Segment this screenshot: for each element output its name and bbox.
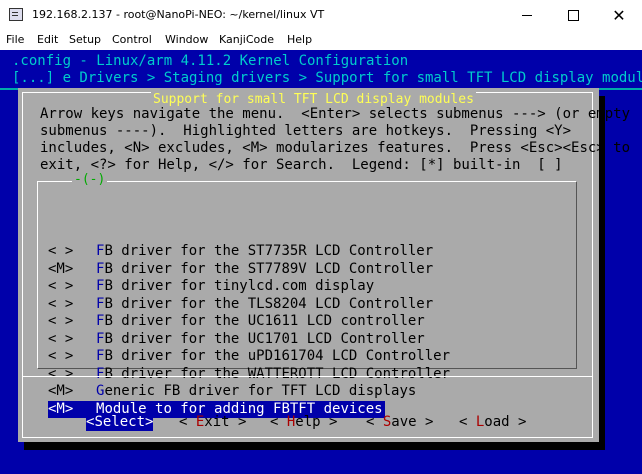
minimize-button[interactable]	[504, 0, 550, 30]
item-label: B driver for the ST7789V LCD Controller	[104, 260, 434, 277]
maximize-button[interactable]	[550, 0, 596, 30]
menu-kanjicode[interactable]: KanjiCode	[219, 33, 274, 46]
menu-window[interactable]: Window	[165, 33, 208, 46]
item-label: B driver for the TLS8204 LCD Controller	[104, 295, 434, 312]
menu-control[interactable]: Control	[112, 33, 152, 46]
item-label: B driver for the UC1701 LCD Controller	[104, 330, 425, 347]
menubar: File Edit Setup Control Window KanjiCode…	[0, 30, 642, 50]
select-button[interactable]: <Select>	[86, 414, 154, 431]
scroll-indicator: -(-)	[72, 172, 108, 187]
help-line-4: exit, <?> for Help, </> for Search. Lege…	[40, 157, 563, 173]
item-state-box: < >	[48, 243, 74, 259]
item-state-box: < >	[48, 295, 74, 312]
item-label: B driver for the UC1611 LCD controller	[104, 313, 425, 329]
button-open: <	[179, 414, 196, 430]
item-state-box: < >	[48, 365, 74, 382]
item-label: eneric FB driver for TFT LCD displays	[104, 383, 417, 399]
menu-file[interactable]: File	[6, 33, 24, 46]
button-close: >	[229, 414, 247, 430]
exit-button[interactable]: < Exit >	[179, 414, 246, 431]
button-label: oad	[484, 414, 510, 430]
menu-list-item[interactable]: < > FB driver for the TLS8204 LCD Control…	[48, 296, 433, 313]
button-close: >	[509, 414, 527, 430]
window-titlebar: 192.168.2.137 - root@NanoPi-NEO: ~/kerne…	[0, 0, 642, 30]
close-button[interactable]: ✕	[596, 0, 642, 30]
menu-setup[interactable]: Setup	[69, 33, 101, 46]
help-line-1: Arrow keys navigate the menu. <Enter> se…	[40, 106, 631, 122]
button-open: <	[459, 414, 476, 430]
button-open: <	[270, 414, 287, 430]
menu-list-item[interactable]: < > FB driver for the uPD161704 LCD Contr…	[48, 348, 450, 365]
button-label: elp	[295, 414, 321, 430]
button-label: xit	[204, 414, 230, 430]
maximize-icon	[567, 9, 579, 21]
item-label: B driver for tinylcd.com display	[104, 278, 375, 294]
menu-list-item[interactable]: < > FB driver for tinylcd.com display	[48, 278, 374, 295]
button-label: ave	[391, 414, 417, 430]
menu-list-item[interactable]: < > FB driver for the UC1611 LCD controll…	[48, 313, 425, 330]
close-icon: ✕	[612, 5, 626, 25]
button-close: >	[145, 414, 154, 430]
menu-list-item[interactable]: < > FB driver for the WATTEROTT LCD Contr…	[48, 366, 450, 383]
item-label: B driver for the WATTEROTT LCD Controlle…	[104, 365, 451, 382]
menu-list-item[interactable]: <M> FB driver for the ST7789V LCD Control…	[48, 261, 433, 278]
load-button[interactable]: < Load >	[459, 414, 526, 431]
help-button[interactable]: < Help >	[270, 414, 337, 431]
minimize-icon	[522, 14, 532, 16]
button-hotkey: S	[94, 414, 103, 430]
menu-list-item[interactable]: < > FB driver for the ST7735R LCD Control…	[48, 243, 433, 260]
button-label: elect	[102, 414, 146, 430]
menu-list-item[interactable]: < > FB driver for the UC1701 LCD Controll…	[48, 331, 425, 348]
item-state-box: <M>	[48, 383, 74, 399]
menu-help[interactable]: Help	[287, 33, 312, 46]
item-state-box: < >	[48, 313, 74, 329]
menuconfig-dialog: Support for small TFT LCD display module…	[18, 88, 630, 442]
window-title: 192.168.2.137 - root@NanoPi-NEO: ~/kerne…	[32, 8, 325, 21]
dialog-title: Support for small TFT LCD display module…	[151, 92, 476, 107]
button-close: >	[320, 414, 338, 430]
breadcrumb: [...] e Drivers > Staging drivers > Supp…	[12, 70, 642, 86]
save-button[interactable]: < Save >	[366, 414, 433, 431]
button-open: <	[366, 414, 383, 430]
terminal-screen[interactable]: .config - Linux/arm 4.11.2 Kernel Config…	[0, 50, 642, 474]
item-state-box: <M>	[48, 260, 74, 277]
menu-list-item[interactable]: <M> Generic FB driver for TFT LCD display…	[48, 383, 416, 400]
help-line-2: submenus ----). Highlighted letters are …	[40, 123, 572, 139]
help-line-3: includes, <N> excludes, <M> modularizes …	[40, 140, 631, 156]
terminal-app-icon[interactable]	[9, 8, 23, 21]
item-state-box: < >	[48, 330, 74, 347]
item-label: B driver for the uPD161704 LCD Controlle…	[104, 348, 451, 364]
config-header: .config - Linux/arm 4.11.2 Kernel Config…	[12, 53, 409, 69]
item-state-box: < >	[48, 278, 74, 294]
menu-edit[interactable]: Edit	[37, 33, 58, 46]
item-state-box: < >	[48, 348, 74, 364]
buttons-separator	[22, 376, 593, 377]
item-label: B driver for the ST7735R LCD Controller	[104, 243, 434, 259]
button-close: >	[416, 414, 434, 430]
